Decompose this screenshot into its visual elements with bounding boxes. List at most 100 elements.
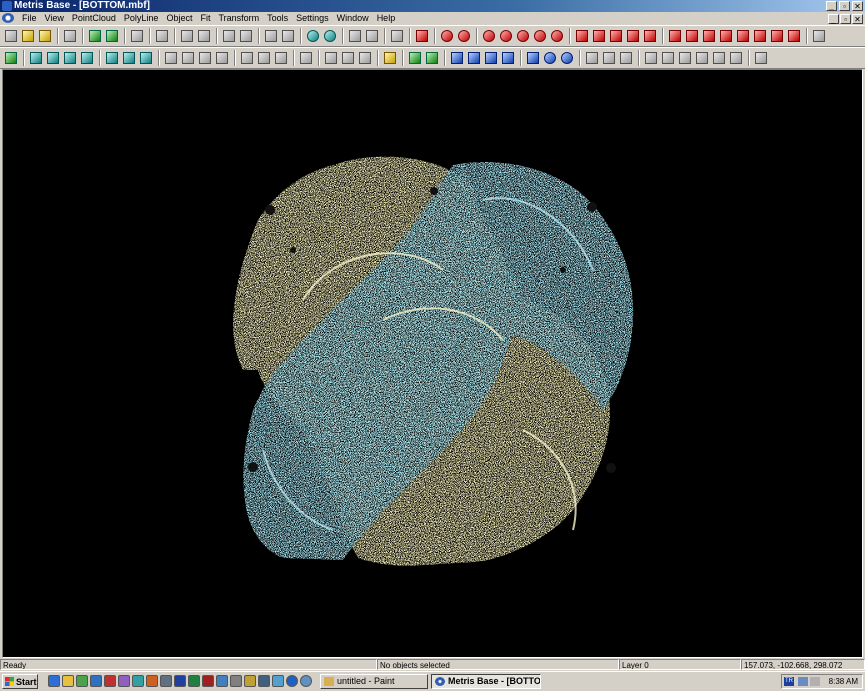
3d-viewport[interactable] bbox=[2, 69, 863, 658]
zoom-prev-button[interactable] bbox=[549, 28, 565, 44]
view-6-button[interactable] bbox=[752, 28, 768, 44]
check2-button[interactable] bbox=[424, 50, 440, 66]
measure-button[interactable] bbox=[323, 50, 339, 66]
quicklaunch-excel-icon[interactable] bbox=[188, 675, 200, 687]
transform5-button[interactable] bbox=[711, 50, 727, 66]
menu-tools[interactable]: Tools bbox=[263, 12, 292, 24]
save-button[interactable] bbox=[37, 28, 53, 44]
align3-button[interactable] bbox=[618, 50, 634, 66]
quicklaunch-editor-icon[interactable] bbox=[118, 675, 130, 687]
doc-minimize-button[interactable]: _ bbox=[828, 14, 839, 24]
square-button[interactable] bbox=[239, 50, 255, 66]
transform3-button[interactable] bbox=[677, 50, 693, 66]
network-tray-icon[interactable] bbox=[798, 677, 808, 686]
menu-settings[interactable]: Settings bbox=[292, 12, 333, 24]
start-button[interactable]: Start bbox=[2, 674, 38, 689]
zoom-in-button[interactable] bbox=[439, 28, 455, 44]
grid3-button[interactable] bbox=[62, 50, 78, 66]
quicklaunch-terminal-icon[interactable] bbox=[258, 675, 270, 687]
quicklaunch-media-icon[interactable] bbox=[90, 675, 102, 687]
hatch2-button[interactable] bbox=[364, 28, 380, 44]
zoom-minus-button[interactable] bbox=[532, 28, 548, 44]
task-metris-base[interactable]: Metris Base - [BOTTO... bbox=[431, 674, 541, 689]
transform4-button[interactable] bbox=[694, 50, 710, 66]
zoom-window-button[interactable] bbox=[481, 28, 497, 44]
print-button[interactable] bbox=[62, 28, 78, 44]
menu-polyline[interactable]: PolyLine bbox=[120, 12, 163, 24]
quicklaunch-settings-icon[interactable] bbox=[160, 675, 172, 687]
view-1-button[interactable] bbox=[667, 28, 683, 44]
undo-button[interactable] bbox=[129, 28, 145, 44]
quicklaunch-app-icon[interactable] bbox=[76, 675, 88, 687]
grid2-button[interactable] bbox=[45, 50, 61, 66]
quicklaunch-mail-icon[interactable] bbox=[216, 675, 228, 687]
close-button[interactable]: ✕ bbox=[852, 1, 863, 11]
shape-button[interactable] bbox=[163, 50, 179, 66]
quicklaunch-globe-icon[interactable] bbox=[286, 675, 298, 687]
grid-button[interactable] bbox=[28, 50, 44, 66]
square2-button[interactable] bbox=[256, 50, 272, 66]
zoom-plus-button[interactable] bbox=[515, 28, 531, 44]
menu-object[interactable]: Object bbox=[162, 12, 196, 24]
hatch-button[interactable] bbox=[347, 28, 363, 44]
pen-button[interactable] bbox=[179, 28, 195, 44]
note-button[interactable] bbox=[382, 50, 398, 66]
quicklaunch-network-icon[interactable] bbox=[272, 675, 284, 687]
point-cloud-view[interactable] bbox=[3, 70, 862, 657]
shape3-button[interactable] bbox=[197, 50, 213, 66]
cube-top-button[interactable] bbox=[591, 28, 607, 44]
document-icon[interactable] bbox=[2, 13, 14, 23]
menu-help[interactable]: Help bbox=[373, 12, 400, 24]
export-button[interactable] bbox=[104, 28, 120, 44]
shape4-button[interactable] bbox=[214, 50, 230, 66]
cube-red-button[interactable] bbox=[625, 28, 641, 44]
quicklaunch-calc-icon[interactable] bbox=[230, 675, 242, 687]
layers-button[interactable] bbox=[154, 28, 170, 44]
cylinder2-button[interactable] bbox=[466, 50, 482, 66]
menu-transform[interactable]: Transform bbox=[214, 12, 263, 24]
sphere-button[interactable] bbox=[305, 28, 321, 44]
sphere2-button[interactable] bbox=[322, 28, 338, 44]
view-2-button[interactable] bbox=[684, 28, 700, 44]
transform2-button[interactable] bbox=[660, 50, 676, 66]
pen2-button[interactable] bbox=[196, 28, 212, 44]
cube-front-button[interactable] bbox=[608, 28, 624, 44]
quicklaunch-pdf-icon[interactable] bbox=[202, 675, 214, 687]
language-indicator[interactable]: TR bbox=[784, 677, 794, 686]
minimize-button[interactable]: _ bbox=[826, 1, 837, 11]
cube-side-button[interactable] bbox=[642, 28, 658, 44]
align-button[interactable] bbox=[584, 50, 600, 66]
select-button[interactable] bbox=[525, 50, 541, 66]
view-8-button[interactable] bbox=[786, 28, 802, 44]
quicklaunch-tool-icon[interactable] bbox=[104, 675, 116, 687]
align2-button[interactable] bbox=[601, 50, 617, 66]
quicklaunch-word-icon[interactable] bbox=[174, 675, 186, 687]
task-paint[interactable]: untitled - Paint bbox=[320, 674, 428, 689]
quicklaunch-viewer-icon[interactable] bbox=[146, 675, 158, 687]
volume-tray-icon[interactable] bbox=[810, 677, 820, 686]
open-button[interactable] bbox=[20, 28, 36, 44]
mesh3-button[interactable] bbox=[138, 50, 154, 66]
transform6-button[interactable] bbox=[728, 50, 744, 66]
rotate-button[interactable] bbox=[542, 50, 558, 66]
new-button[interactable] bbox=[3, 28, 19, 44]
menu-file[interactable]: File bbox=[18, 12, 41, 24]
menu-view[interactable]: View bbox=[41, 12, 68, 24]
shape2-button[interactable] bbox=[180, 50, 196, 66]
binoculars-button[interactable] bbox=[414, 28, 430, 44]
cylinder3-button[interactable] bbox=[483, 50, 499, 66]
measure2-button[interactable] bbox=[340, 50, 356, 66]
square3-button[interactable] bbox=[273, 50, 289, 66]
info-button[interactable] bbox=[389, 28, 405, 44]
filter2-button[interactable] bbox=[238, 28, 254, 44]
grid4-button[interactable] bbox=[79, 50, 95, 66]
cylinder-button[interactable] bbox=[449, 50, 465, 66]
menu-fit[interactable]: Fit bbox=[196, 12, 214, 24]
mesh-button[interactable] bbox=[104, 50, 120, 66]
doc-restore-button[interactable]: ▫ bbox=[840, 14, 851, 24]
filter-button[interactable] bbox=[221, 28, 237, 44]
view-5-button[interactable] bbox=[735, 28, 751, 44]
check-button[interactable] bbox=[407, 50, 423, 66]
menu-window[interactable]: Window bbox=[333, 12, 373, 24]
menu-pointcloud[interactable]: PointCloud bbox=[68, 12, 120, 24]
